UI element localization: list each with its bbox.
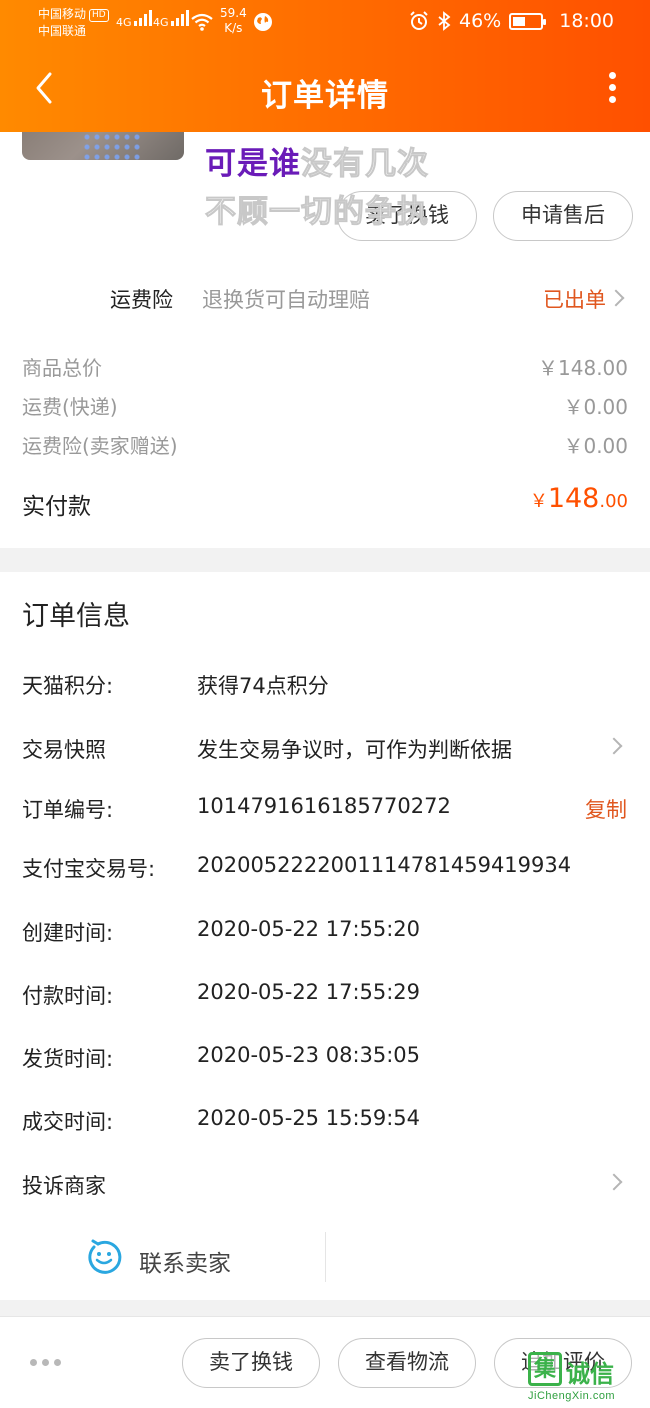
- fee-label: 运费(快递): [22, 395, 118, 419]
- watermark-text: 诚信: [566, 1361, 614, 1388]
- page-title: 订单详情: [261, 78, 389, 114]
- carrier-1: 中国移动: [38, 7, 87, 21]
- paid-time-label: 付款时间:: [22, 984, 114, 1008]
- signal-2-icon: 4G: [153, 10, 189, 29]
- bluetooth-icon: [438, 11, 451, 31]
- created-time-row: 创建时间: 2020-05-22 17:55:20: [0, 917, 650, 957]
- view-logistics-button[interactable]: 查看物流: [338, 1338, 476, 1388]
- title-bar: 订单详情: [0, 56, 650, 122]
- more-vertical-icon[interactable]: [604, 72, 620, 106]
- status-bar: 中国移动 HD 中国联通 4G 4G 59.4 K/s 46% 18:00: [0, 0, 650, 46]
- hd-badge: HD: [89, 9, 109, 22]
- created-time-value: 2020-05-22 17:55:20: [197, 917, 421, 941]
- watermark-url: JiChengXin.com: [528, 1390, 616, 1402]
- lyric-highlight: 可是谁: [205, 146, 301, 182]
- fee-label: 商品总价: [22, 356, 102, 380]
- order-number-value: 1014791616185770272: [197, 794, 451, 818]
- closed-time-label: 成交时间:: [22, 1110, 114, 1134]
- battery-percent: 46%: [459, 10, 502, 32]
- closed-time-value: 2020-05-25 15:59:54: [197, 1106, 421, 1130]
- points-row: 天猫积分: 获得74点积分: [0, 670, 650, 710]
- watermark-glyph: 集: [528, 1352, 562, 1386]
- currency-symbol: ￥: [529, 491, 548, 512]
- order-summary-card: 卖了换钱 申请售后 可是谁没有几次 不顾一切的争执 运费险 退换货可自动理赔 已…: [0, 132, 650, 548]
- amount-decimal: .00: [599, 491, 628, 512]
- insurance-description: 退换货可自动理赔: [202, 288, 370, 312]
- globe-icon: [254, 13, 272, 31]
- carrier-info: 中国移动 HD 中国联通: [38, 6, 109, 40]
- closed-time-row: 成交时间: 2020-05-25 15:59:54: [0, 1106, 650, 1146]
- app-header: 中国移动 HD 中国联通 4G 4G 59.4 K/s 46% 18:00 订单…: [0, 0, 650, 132]
- fee-row-insurance: 运费险(卖家赠送) ￥0.00: [22, 430, 628, 459]
- amount-paid-row: 实付款 ￥148.00: [22, 483, 628, 521]
- amount-paid-value: ￥148.00: [530, 483, 628, 514]
- signal-1-icon: 4G: [116, 10, 152, 29]
- complain-seller-row[interactable]: 投诉商家: [0, 1170, 650, 1210]
- contact-seller-label: 联系卖家: [139, 1251, 231, 1277]
- lyric-rest: 没有几次: [301, 146, 429, 183]
- order-info-title: 订单信息: [22, 601, 130, 632]
- speed-value: 59.4: [220, 6, 247, 20]
- points-value: 获得74点积分: [197, 674, 329, 698]
- signal-1-label: 4G: [116, 16, 132, 29]
- lyric-line-2: 不顾一切的争执: [205, 194, 429, 231]
- amount-paid-label: 实付款: [22, 494, 91, 520]
- insurance-status: 已出单: [543, 288, 606, 312]
- carrier-2: 中国联通: [38, 24, 87, 38]
- insurance-label: 运费险: [110, 288, 173, 312]
- paid-time-value: 2020-05-22 17:55:29: [197, 980, 421, 1004]
- amount-integer: 148: [547, 483, 600, 514]
- wifi-icon: [191, 13, 213, 31]
- complain-seller-label: 投诉商家: [22, 1174, 106, 1198]
- right-status: 46% 18:00: [409, 10, 614, 32]
- sell-for-cash-bottom-button[interactable]: 卖了换钱: [182, 1338, 320, 1388]
- shipping-insurance-row[interactable]: 运费险 退换货可自动理赔 已出单: [0, 272, 650, 322]
- speed-unit: K/s: [224, 21, 243, 35]
- clock: 18:00: [559, 10, 614, 32]
- apply-after-sale-button[interactable]: 申请售后: [493, 191, 633, 241]
- created-time-label: 创建时间:: [22, 921, 114, 945]
- order-number-label: 订单编号:: [22, 798, 114, 822]
- alipay-trade-row: 支付宝交易号: 2020052222001114781459419934: [0, 853, 650, 893]
- fee-value: ￥0.00: [563, 434, 628, 458]
- contact-seller-button[interactable]: 联系卖家: [0, 1232, 650, 1282]
- alipay-trade-value: 2020052222001114781459419934: [197, 853, 572, 877]
- divider: [325, 1232, 326, 1282]
- alipay-trade-label: 支付宝交易号:: [22, 857, 156, 881]
- order-number-row: 订单编号: 1014791616185770272 复制: [0, 794, 650, 834]
- copy-order-number-button[interactable]: 复制: [585, 794, 627, 824]
- shipped-time-row: 发货时间: 2020-05-23 08:35:05: [0, 1043, 650, 1083]
- battery-icon: [509, 12, 547, 30]
- snapshot-label: 交易快照: [22, 738, 106, 762]
- snapshot-row[interactable]: 交易快照 发生交易争议时，可作为判断依据: [0, 734, 650, 774]
- alarm-icon: [410, 11, 428, 30]
- order-info-card: 订单信息 天猫积分: 获得74点积分 交易快照 发生交易争议时，可作为判断依据 …: [0, 572, 650, 1300]
- shipped-time-label: 发货时间:: [22, 1047, 114, 1071]
- fee-label: 运费险(卖家赠送): [22, 434, 178, 458]
- network-speed: 59.4 K/s: [220, 6, 247, 36]
- points-label: 天猫积分:: [22, 674, 114, 698]
- fee-row-shipping: 运费(快递) ￥0.00: [22, 391, 628, 420]
- site-watermark: 集 诚信 JiChengXin.com: [528, 1352, 644, 1406]
- more-horizontal-icon[interactable]: [30, 1359, 61, 1366]
- fee-value: ￥148.00: [538, 356, 628, 380]
- signal-2-label: 4G: [153, 16, 169, 29]
- product-thumbnail[interactable]: [22, 132, 184, 160]
- snapshot-value: 发生交易争议时，可作为判断依据: [197, 738, 512, 762]
- shipped-time-value: 2020-05-23 08:35:05: [197, 1043, 421, 1067]
- lyric-line-1: 可是谁没有几次: [205, 138, 429, 183]
- fee-value: ￥0.00: [563, 395, 628, 419]
- paid-time-row: 付款时间: 2020-05-22 17:55:29: [0, 980, 650, 1020]
- fee-row-goods-total: 商品总价 ￥148.00: [22, 352, 628, 381]
- contact-face-icon: [88, 1239, 122, 1274]
